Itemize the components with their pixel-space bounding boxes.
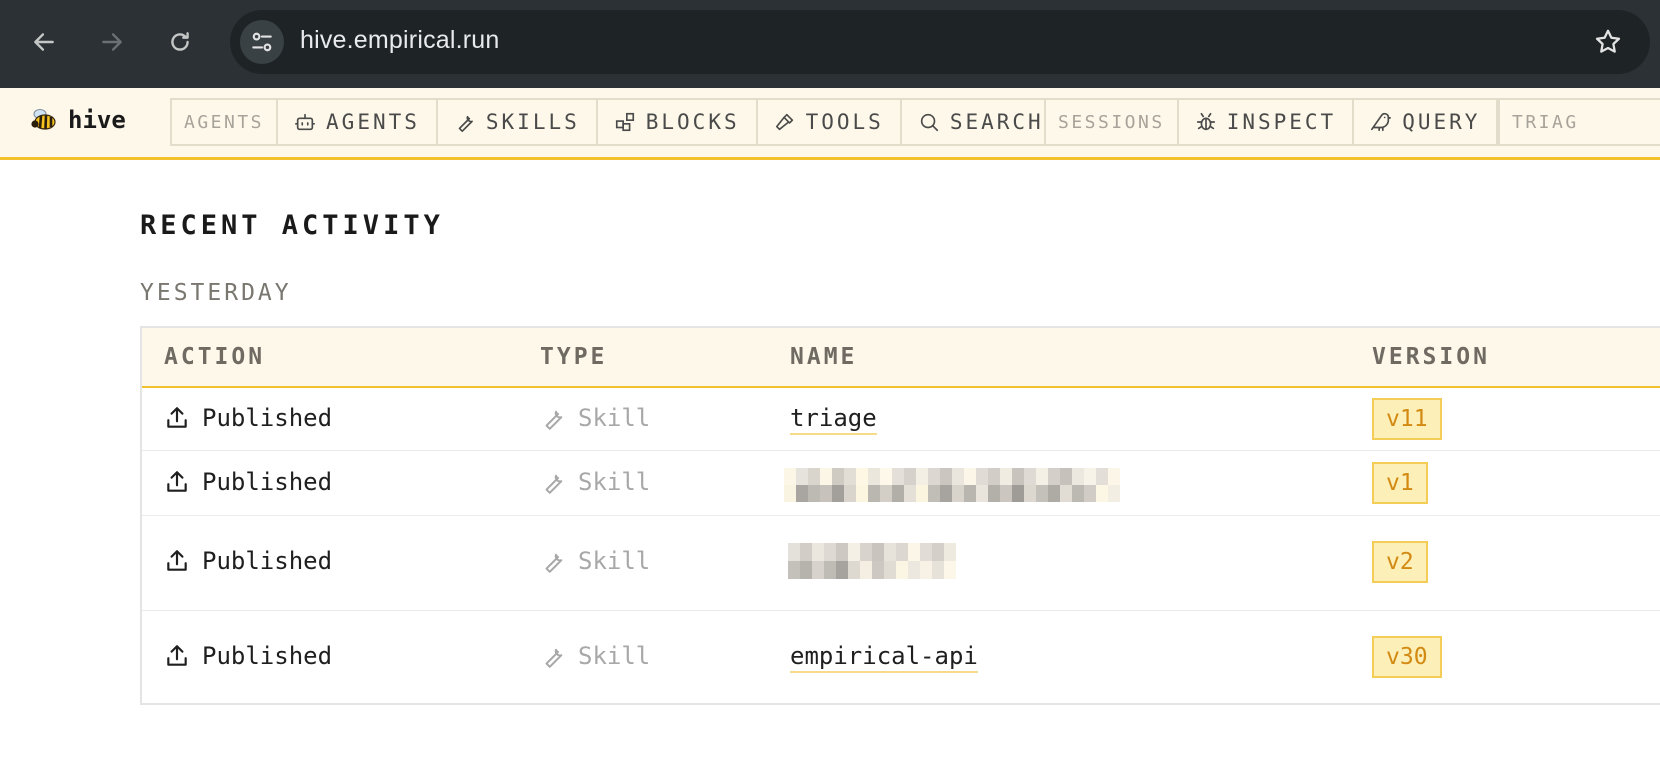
star-icon [1595, 29, 1621, 53]
skill-name-link[interactable]: empirical-api [790, 642, 978, 673]
table-row[interactable]: Published Skill triage v11 [142, 388, 1660, 451]
nav-item-label: SEARCH [949, 110, 1044, 134]
nav-item-label: BLOCKS [645, 110, 740, 134]
wrench-icon [458, 115, 473, 132]
site-info-button[interactable] [240, 20, 284, 64]
nav-group-triage: TRIAG [1498, 98, 1660, 146]
arrow-left-icon [34, 33, 54, 51]
column-header-action: ACTION [164, 344, 266, 370]
nav-item-label: TOOLS [805, 110, 884, 134]
version-badge: v30 [1372, 636, 1442, 678]
forward-button[interactable] [92, 22, 132, 62]
wrench-icon [545, 474, 563, 494]
nav-item-label: AGENTS [326, 110, 420, 134]
nav-item-label: INSPECT [1226, 110, 1337, 134]
upload-icon [167, 550, 187, 571]
url-text[interactable]: hive.empirical.run [300, 26, 500, 55]
app-header: hive AGENTS AGENTS SKILLS BLOCKS TOOLS S… [0, 88, 1660, 160]
upload-icon [167, 471, 187, 492]
nav-item-search[interactable]: SEARCH [902, 100, 1060, 144]
nav-item-skills[interactable]: SKILLS [438, 100, 598, 144]
search-icon [920, 113, 938, 132]
logo[interactable]: hive [30, 106, 126, 134]
nav-item-label: QUERY [1402, 110, 1481, 134]
upload-icon [167, 407, 187, 428]
tune-icon [252, 32, 272, 52]
back-button[interactable] [24, 22, 64, 62]
type-label: Skill [578, 642, 651, 670]
redacted-name [784, 468, 1120, 502]
arrow-right-icon [102, 33, 122, 51]
action-cell: Published [164, 404, 332, 432]
name-cell[interactable]: triage [790, 404, 877, 435]
name-cell-redacted[interactable] [788, 543, 956, 579]
date-group-label: YESTERDAY [140, 280, 292, 306]
nav-section-agents: AGENTS [172, 100, 279, 144]
bee-icon [31, 109, 56, 130]
page-title: RECENT ACTIVITY [140, 210, 444, 241]
table-row[interactable]: Published Skill v1 [142, 452, 1660, 516]
type-label: Skill [578, 404, 651, 432]
nav-item-blocks[interactable]: BLOCKS [598, 100, 758, 144]
nav-item-label: SKILLS [485, 110, 580, 134]
version-badge: v11 [1372, 398, 1442, 440]
action-label: Published [202, 404, 333, 432]
address-bar[interactable]: hive.empirical.run [230, 10, 1650, 74]
bug-icon [1196, 112, 1215, 131]
version-badge: v2 [1372, 541, 1428, 583]
type-cell: Skill [540, 547, 650, 575]
nav-item-agents[interactable]: AGENTS [278, 100, 438, 144]
bird-icon [1371, 112, 1392, 132]
browser-toolbar: hive.empirical.run [0, 0, 1660, 88]
table-header: ACTION TYPE NAME VERSION [142, 328, 1660, 388]
nav-group-agents: AGENTS AGENTS SKILLS BLOCKS TOOLS SEARCH [170, 98, 1062, 146]
reload-button[interactable] [160, 22, 200, 62]
nav-section-sessions: SESSIONS [1046, 100, 1179, 144]
table-row[interactable]: Published Skill empirical-api v30 [142, 612, 1660, 705]
action-cell: Published [164, 547, 332, 575]
nav-group-sessions: SESSIONS INSPECT QUERY [1044, 98, 1499, 146]
nav-section-triage: TRIAG [1512, 111, 1579, 133]
wrench-icon [545, 410, 563, 430]
upload-icon [167, 645, 187, 666]
reload-icon [171, 32, 189, 51]
table-row[interactable]: Published Skill v2 [142, 517, 1660, 611]
wrench-icon [545, 648, 563, 668]
action-cell: Published [164, 642, 332, 670]
column-header-version: VERSION [1372, 344, 1490, 370]
activity-table: ACTION TYPE NAME VERSION Published Skill… [140, 326, 1660, 705]
nav-item-query[interactable]: QUERY [1354, 100, 1496, 144]
action-cell: Published [164, 468, 332, 496]
nav-item-tools[interactable]: TOOLS [758, 100, 902, 144]
wrench-icon [545, 553, 563, 573]
bot-icon [295, 113, 316, 131]
action-label: Published [202, 547, 333, 575]
version-cell: v2 [1372, 541, 1428, 583]
version-cell: v11 [1372, 398, 1442, 440]
action-label: Published [202, 468, 333, 496]
type-label: Skill [578, 547, 651, 575]
blocks-icon [615, 112, 634, 132]
type-label: Skill [578, 468, 651, 496]
skill-name-link[interactable]: triage [790, 404, 877, 435]
type-cell: Skill [540, 404, 650, 432]
bookmark-button[interactable] [1590, 24, 1626, 60]
name-cell-redacted[interactable] [784, 468, 1120, 502]
version-cell: v1 [1372, 462, 1428, 504]
version-cell: v30 [1372, 636, 1442, 678]
nav-item-inspect[interactable]: INSPECT [1179, 100, 1355, 144]
column-header-type: TYPE [540, 344, 608, 370]
type-cell: Skill [540, 468, 650, 496]
name-cell[interactable]: empirical-api [790, 642, 978, 673]
version-badge: v1 [1372, 462, 1428, 504]
redacted-name [788, 543, 956, 579]
column-header-name: NAME [790, 344, 858, 370]
logo-text: hive [68, 106, 126, 134]
type-cell: Skill [540, 642, 650, 670]
action-label: Published [202, 642, 333, 670]
hammer-icon [775, 113, 793, 131]
